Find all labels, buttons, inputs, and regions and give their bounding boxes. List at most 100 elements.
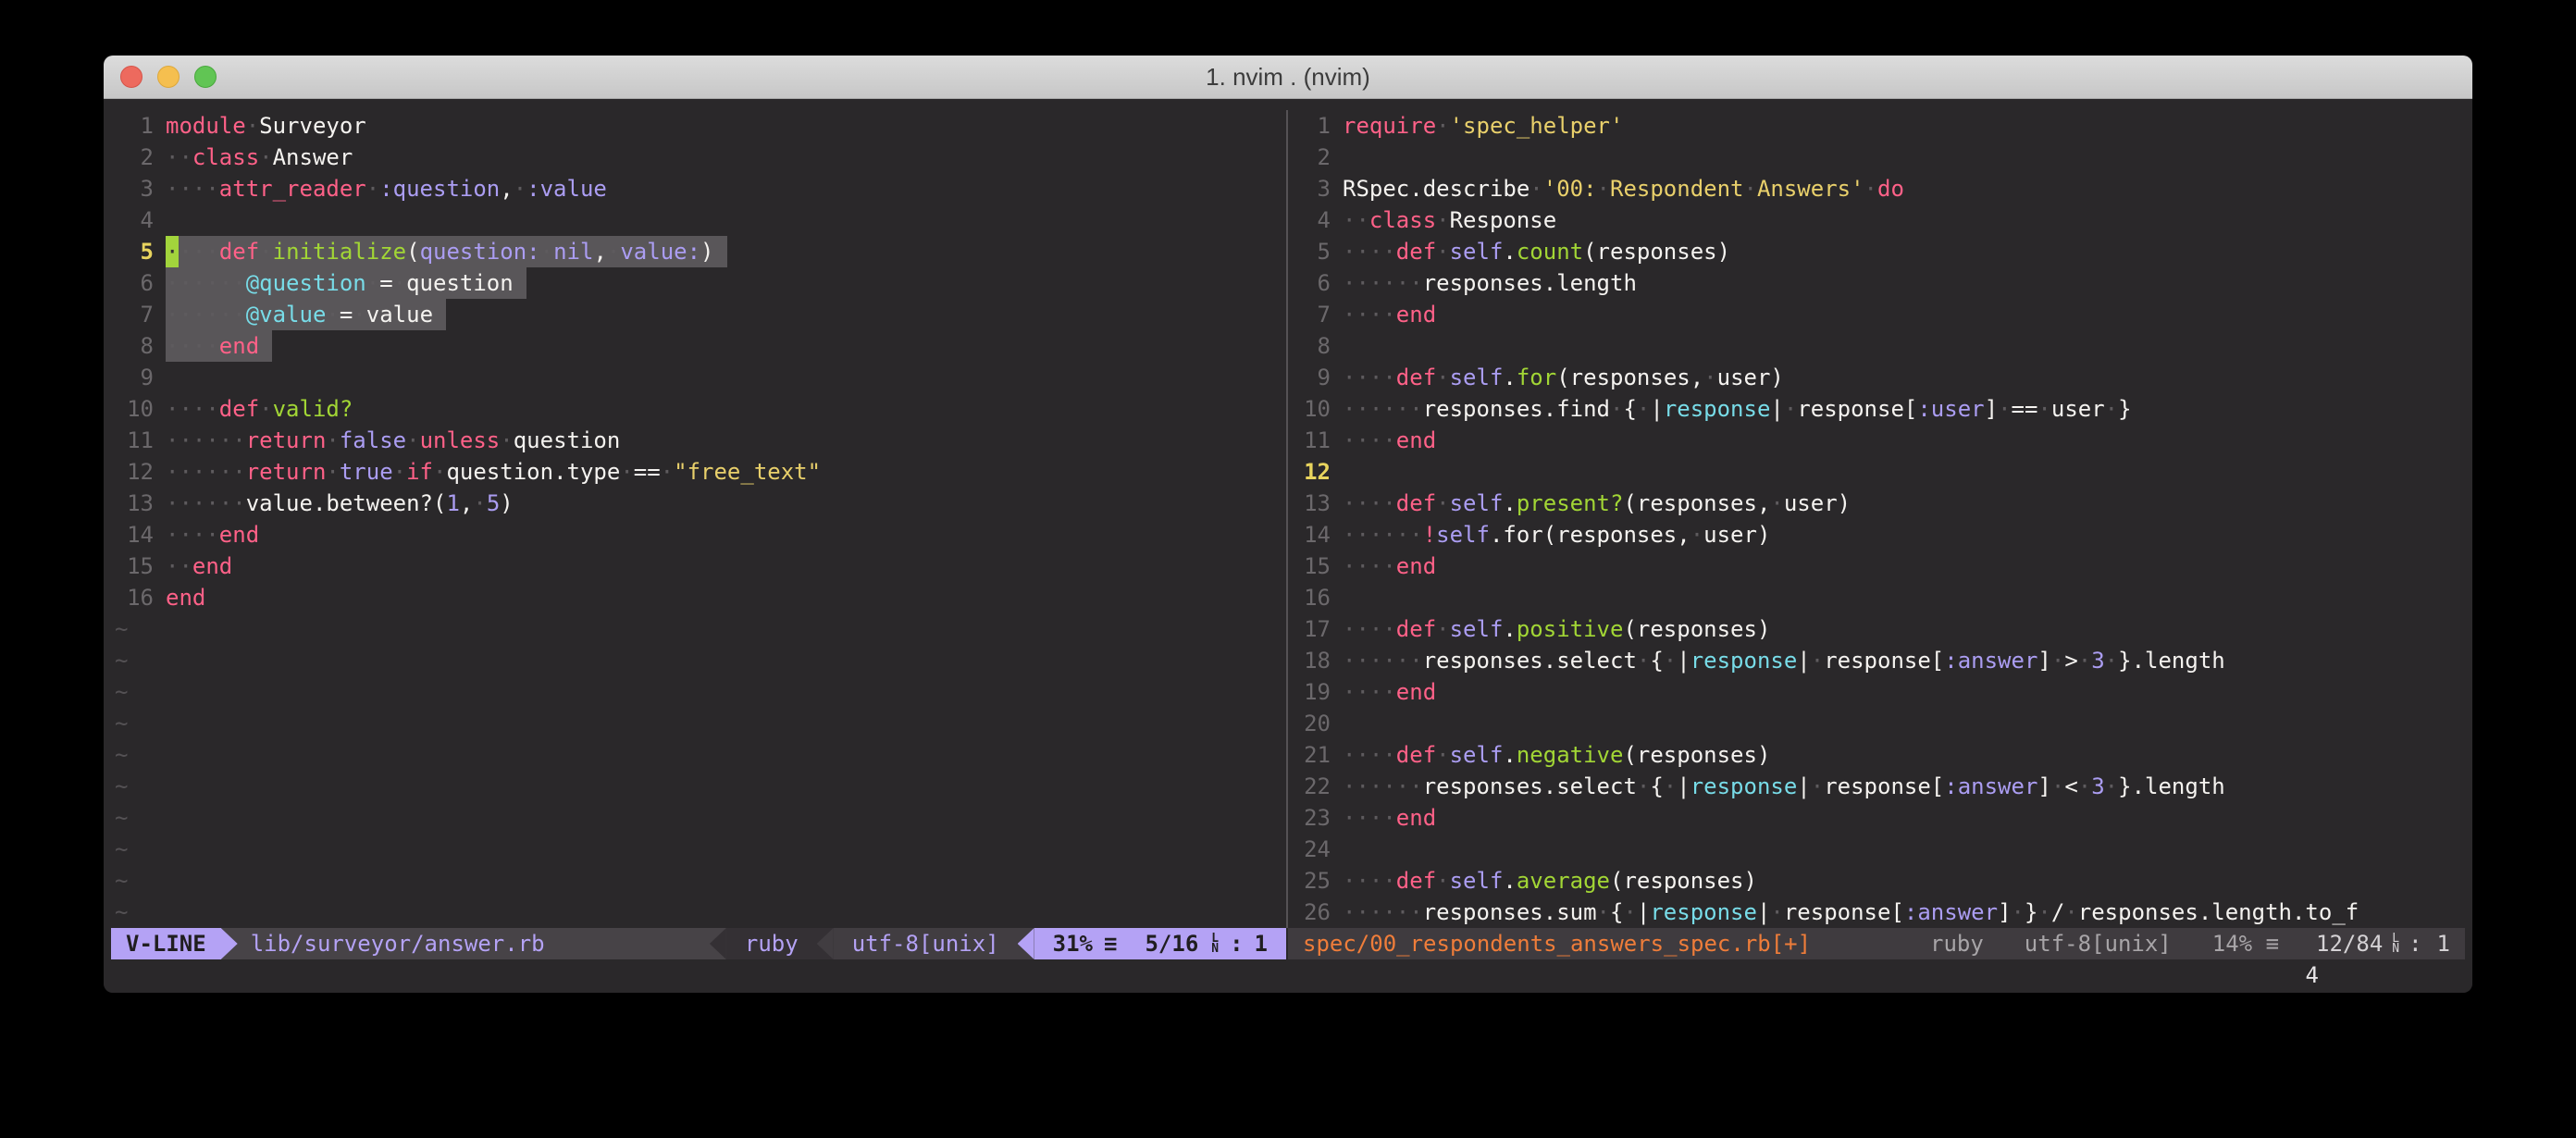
tilde-empty-line: ~ bbox=[115, 645, 128, 676]
code-line: 10····def·valid? bbox=[111, 393, 1286, 425]
code-text: ····def·self.count(responses) bbox=[1343, 236, 1730, 267]
line-number: 1 bbox=[1288, 110, 1331, 142]
line-number: 10 bbox=[1288, 393, 1331, 425]
tilde-empty-line: ~ bbox=[115, 897, 128, 928]
code-text: ····def·self.negative(responses) bbox=[1343, 739, 1770, 771]
column-number: 1 bbox=[2437, 931, 2450, 957]
code-line: 7····end bbox=[1288, 299, 2465, 330]
code-text: module·Surveyor bbox=[166, 110, 366, 142]
tilde-empty-line: ~ bbox=[115, 708, 128, 739]
line-number: 14 bbox=[111, 519, 154, 550]
code-line: 9 bbox=[111, 362, 1286, 393]
line-number: 16 bbox=[1288, 582, 1331, 613]
code-line: 25····def·self.average(responses) bbox=[1288, 865, 2465, 897]
code-line: 13 ····def·self.present?(responses,·user) bbox=[1288, 488, 2465, 519]
code-line: 6······@question·=·question bbox=[111, 267, 1286, 299]
code-line: 7 ······@value·=·value bbox=[111, 299, 1286, 330]
code-line: 17····def·self.positive(responses) bbox=[1288, 613, 2465, 645]
code-line: 3RSpec.describe·'00:·Respondent·Answers'… bbox=[1288, 173, 2465, 204]
line-number: 18 bbox=[1288, 645, 1331, 676]
powerline-separator-icon bbox=[710, 928, 726, 959]
code-line: 8 bbox=[1288, 330, 2465, 362]
code-line: 13······value.between?(1,·5) bbox=[111, 488, 1286, 519]
code-text: ····end bbox=[1343, 299, 1436, 330]
code-line: 12 bbox=[1288, 456, 2465, 488]
code-text: ······responses.length bbox=[1343, 267, 1637, 299]
line-number: 14 bbox=[1288, 519, 1331, 550]
code-line: 5····def·initialize(question:·nil,·value… bbox=[111, 236, 1286, 267]
lines-icon: ≡ bbox=[1104, 931, 1117, 957]
code-text: ··end bbox=[166, 550, 232, 582]
code-line: 24 bbox=[1288, 834, 2465, 865]
line-number: 12 bbox=[111, 456, 154, 488]
line-position: 12/84 bbox=[2316, 931, 2383, 957]
code-text: ······!self.for(responses,·user) bbox=[1343, 519, 1770, 550]
line-number: 22 bbox=[1288, 771, 1331, 802]
editor-pane-right[interactable]: 1 require·'spec_helper' 23RSpec.describe·'… bbox=[1288, 110, 2465, 928]
code-line: 11······return·false·unless·question bbox=[111, 425, 1286, 456]
code-line: 2 bbox=[1288, 142, 2465, 173]
minimize-button[interactable] bbox=[157, 66, 180, 88]
code-line: 16 end bbox=[111, 582, 1286, 613]
code-text: ····def·self.present?(responses,·user) bbox=[1343, 488, 1851, 519]
line-number: 2 bbox=[1288, 142, 1331, 173]
filetype-indicator: ruby bbox=[1930, 931, 1984, 957]
line-number: 5 bbox=[1288, 236, 1331, 267]
code-line: 11····end bbox=[1288, 425, 2465, 456]
code-text: ······@value·=·value bbox=[166, 299, 446, 330]
code-line: 12 ······return·true·if·question.type·==·… bbox=[111, 456, 1286, 488]
terminal-window: 1. nvim . (nvim) 1module·Surveyor2··clas… bbox=[104, 56, 2472, 993]
tilde-empty-line: ~ bbox=[115, 613, 128, 645]
code-text: ··class·Answer bbox=[166, 142, 353, 173]
line-number: 21 bbox=[1288, 739, 1331, 771]
code-line: 20 bbox=[1288, 708, 2465, 739]
colon-separator: : bbox=[2409, 931, 2421, 957]
code-line: 19····end bbox=[1288, 676, 2465, 708]
cursor-position-section: 12/84 LN : 1 bbox=[2316, 931, 2450, 957]
line-number: 25 bbox=[1288, 865, 1331, 897]
code-line: 14 ······!self.for(responses,·user) bbox=[1288, 519, 2465, 550]
zoom-button[interactable] bbox=[194, 66, 217, 88]
code-text: ····end bbox=[1343, 802, 1436, 834]
code-text: ······return·true·if·question.type·==·"f… bbox=[166, 456, 821, 488]
line-number: 13 bbox=[1288, 488, 1331, 519]
line-number: 8 bbox=[111, 330, 154, 362]
close-button[interactable] bbox=[120, 66, 142, 88]
colon-separator: : bbox=[1230, 931, 1243, 957]
code-text: ····end bbox=[1343, 550, 1436, 582]
code-line: 1 require·'spec_helper' bbox=[1288, 110, 2465, 142]
tilde-empty-line: ~ bbox=[115, 802, 128, 834]
code-text: require·'spec_helper' bbox=[1343, 110, 1623, 142]
command-line[interactable]: 4 bbox=[111, 959, 2465, 991]
code-line: 5 ····def·self.count(responses) bbox=[1288, 236, 2465, 267]
scroll-percent: 14% ≡ bbox=[2212, 931, 2279, 957]
tilde-empty-line: ~ bbox=[115, 739, 128, 771]
powerline-separator-icon bbox=[221, 928, 238, 959]
code-text: ······responses.select·{·|response|·resp… bbox=[1343, 645, 2225, 676]
code-text: ······value.between?(1,·5) bbox=[166, 488, 514, 519]
code-text: ······responses.find·{·|response|·respon… bbox=[1343, 393, 2132, 425]
line-number: 17 bbox=[1288, 613, 1331, 645]
code-text: ··class·Response bbox=[1343, 204, 1556, 236]
editor-pane-left[interactable]: 1module·Surveyor2··class·Answer3····attr… bbox=[111, 110, 1286, 928]
window-titlebar[interactable]: 1. nvim . (nvim) bbox=[104, 56, 2472, 99]
code-text: end bbox=[166, 582, 205, 613]
code-line: 26······responses.sum·{·|response|·respo… bbox=[1288, 897, 2465, 928]
line-number: 4 bbox=[1288, 204, 1331, 236]
line-number: 16 bbox=[111, 582, 154, 613]
code-line: 9····def·self.for(responses,·user) bbox=[1288, 362, 2465, 393]
encoding-indicator: utf-8[unix] bbox=[834, 928, 1018, 959]
encoding-indicator: utf-8[unix] bbox=[2025, 931, 2172, 957]
lines-icon: ≡ bbox=[2266, 931, 2279, 957]
code-line: 6······responses.length bbox=[1288, 267, 2465, 299]
code-line: 15····end bbox=[1288, 550, 2465, 582]
code-text: ····def·self.for(responses,·user) bbox=[1343, 362, 1784, 393]
code-text: ······responses.select·{·|response|·resp… bbox=[1343, 771, 2225, 802]
nvim-splits: 1module·Surveyor2··class·Answer3····attr… bbox=[111, 110, 2465, 928]
code-text: ······responses.sum·{·|response|·respons… bbox=[1343, 897, 2359, 928]
line-number-icon: LN bbox=[1211, 934, 1219, 954]
line-number: 24 bbox=[1288, 834, 1331, 865]
line-number: 7 bbox=[111, 299, 154, 330]
line-number: 6 bbox=[111, 267, 154, 299]
code-line: 15··end bbox=[111, 550, 1286, 582]
